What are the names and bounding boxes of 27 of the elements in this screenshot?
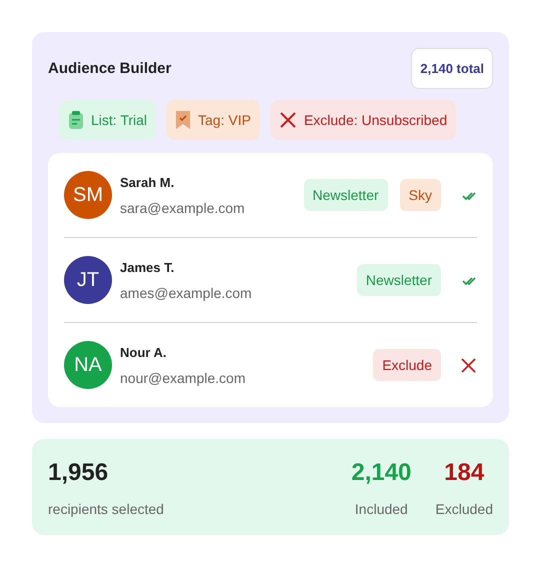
stat-label: Excluded bbox=[435, 501, 493, 517]
contact-email: ames@example.com bbox=[120, 284, 253, 300]
contact-name: Nour A. bbox=[120, 344, 168, 360]
tag-label: Exclude bbox=[373, 349, 441, 381]
contact-name: James T. bbox=[120, 260, 176, 274]
clipboard-icon bbox=[68, 110, 84, 130]
stat-value: 184 bbox=[444, 459, 484, 487]
tag-label: Sky bbox=[400, 179, 441, 211]
total-badge: 2,140 total bbox=[411, 48, 493, 89]
filter-chip[interactable]: List: Trial bbox=[59, 100, 156, 140]
contact-name: Sarah M. bbox=[120, 174, 176, 190]
tag-label: Newsletter bbox=[304, 179, 388, 211]
stat-label: Included bbox=[354, 501, 408, 517]
contact-email: nour@example.com bbox=[120, 370, 246, 386]
close-icon bbox=[278, 111, 297, 129]
selected-count: 1,956 bbox=[48, 459, 110, 487]
contact-email: sara@example.com bbox=[120, 200, 246, 216]
avatar: JT bbox=[64, 256, 112, 304]
stat-value: 2,140 bbox=[351, 459, 412, 487]
bookmark-icon bbox=[175, 110, 192, 130]
tag-label: Newsletter bbox=[356, 264, 441, 296]
avatar: NA bbox=[64, 341, 112, 389]
filter-chip[interactable]: Tag: VIP bbox=[166, 100, 260, 140]
filter-chip[interactable]: Exclude: Unsubscribed bbox=[270, 100, 456, 140]
panel-title: Audience Builder bbox=[48, 60, 172, 77]
selected-label: recipients selected bbox=[48, 501, 164, 517]
avatar: SM bbox=[64, 171, 112, 219]
